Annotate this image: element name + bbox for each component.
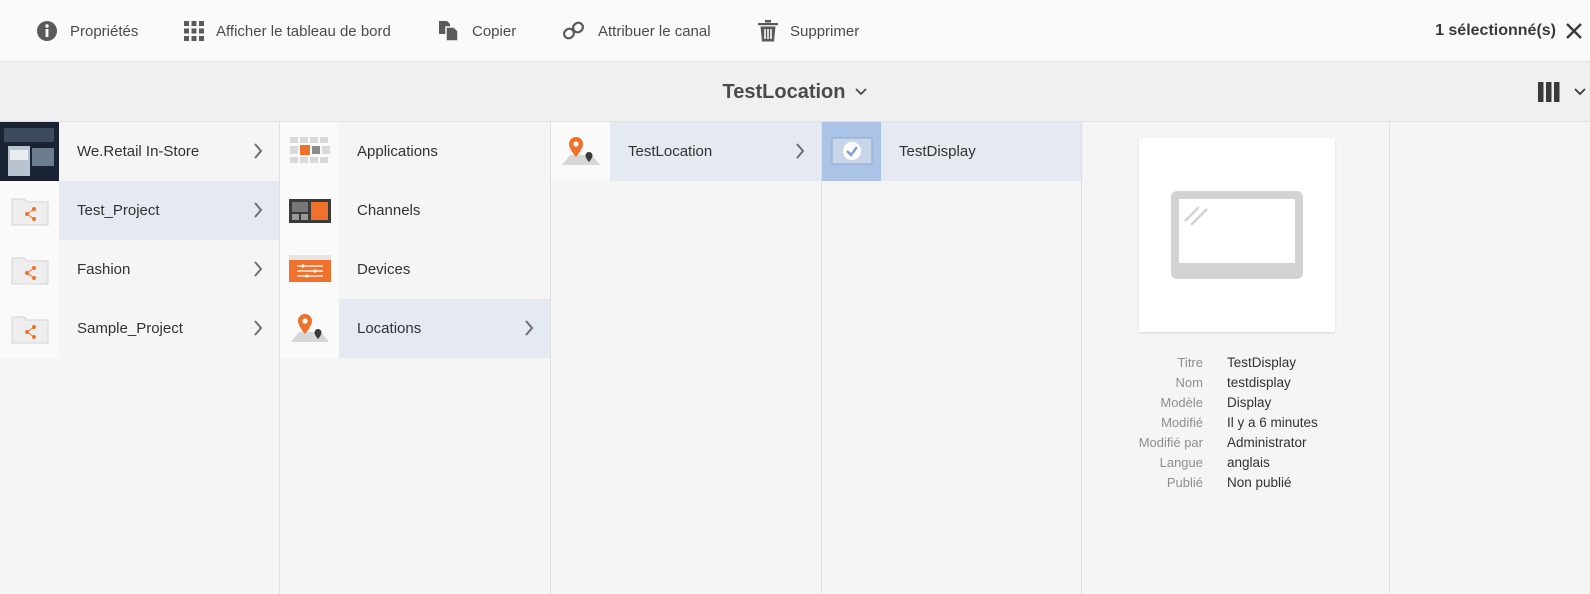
location-pin-icon	[280, 299, 339, 358]
location-pin-icon	[551, 122, 610, 181]
trash-icon	[758, 20, 778, 42]
project-thumbnail	[0, 122, 59, 181]
metadata-row: Langue anglais	[1082, 452, 1390, 472]
metadata-row: Modifié par Administrator	[1082, 432, 1390, 452]
empty-column	[1390, 122, 1590, 594]
metadata-value: Administrator	[1227, 434, 1307, 450]
list-item-label: Locations	[339, 299, 550, 358]
item-checkbox[interactable]	[822, 122, 881, 181]
metadata-value: TestDisplay	[1227, 354, 1297, 370]
list-item-label: We.Retail In-Store	[77, 143, 200, 160]
metadata-key: Modifié par	[1138, 434, 1203, 450]
metadata-value: anglais	[1227, 454, 1270, 470]
list-item-label: Channels	[357, 202, 421, 219]
action-bar: Propriétés Afficher le tableau de bord C…	[0, 0, 1590, 62]
metadata-row: Nom testdisplay	[1082, 372, 1390, 392]
list-item-label: TestDisplay	[881, 122, 1081, 181]
sections-column: Applications Channels Devices Locations	[280, 122, 551, 594]
title-bar: TestLocation	[0, 62, 1590, 122]
chevron-right-icon	[525, 320, 534, 336]
assign-channel-label: Attribuer le canal	[598, 22, 711, 40]
page-title: TestLocation	[722, 80, 846, 103]
folder-share-icon	[0, 181, 59, 240]
info-icon	[36, 20, 58, 42]
chevron-right-icon	[254, 320, 263, 336]
metadata-row: Publié Non publié	[1082, 472, 1390, 492]
list-item-label: Devices	[357, 261, 411, 278]
close-icon	[1562, 23, 1586, 47]
list-item[interactable]: Sample_Project	[0, 299, 279, 358]
close-selection-button[interactable]	[1562, 19, 1586, 43]
metadata-list: Titre TestDisplay Nom testdisplay Modèle…	[1082, 352, 1390, 492]
metadata-key: Publié	[1166, 474, 1203, 490]
grid-icon	[184, 21, 204, 41]
metadata-key: Langue	[1159, 454, 1203, 470]
list-item[interactable]: Devices	[280, 240, 550, 299]
list-item-label: Test_Project	[59, 181, 279, 240]
metadata-row: Titre TestDisplay	[1082, 352, 1390, 372]
list-item[interactable]: Applications	[280, 122, 550, 181]
list-item[interactable]: Fashion	[0, 240, 279, 299]
metadata-value: Display	[1227, 394, 1272, 410]
locations-column: TestLocation	[551, 122, 822, 594]
copy-icon	[438, 20, 460, 42]
page-title-dropdown[interactable]: TestLocation	[0, 62, 1590, 122]
properties-button[interactable]: Propriétés	[36, 0, 138, 62]
copy-button[interactable]: Copier	[438, 0, 516, 62]
column-view-icon	[1538, 82, 1560, 102]
metadata-value: Il y a 6 minutes	[1227, 414, 1318, 430]
devices-icon	[280, 240, 339, 299]
metadata-value: Non publié	[1227, 474, 1292, 490]
link-icon	[562, 20, 586, 42]
properties-label: Propriétés	[70, 22, 139, 40]
chevron-right-icon	[254, 202, 263, 218]
chevron-right-icon	[796, 143, 805, 159]
display-icon	[1171, 191, 1303, 279]
folder-share-icon	[0, 299, 59, 358]
copy-label: Copier	[472, 22, 517, 40]
list-item-label: Applications	[357, 143, 438, 160]
view-switcher[interactable]	[1538, 78, 1586, 106]
displays-column: TestDisplay	[822, 122, 1082, 594]
metadata-value: testdisplay	[1227, 374, 1291, 390]
list-item[interactable]: TestDisplay	[822, 122, 1081, 181]
list-item[interactable]: Test_Project	[0, 181, 279, 240]
projects-column: We.Retail In-Store Test_Project Fashion …	[0, 122, 280, 594]
chevron-right-icon	[254, 143, 263, 159]
list-item-label: Fashion	[77, 261, 131, 278]
delete-label: Supprimer	[790, 22, 860, 40]
selection-count: 1 sélectionné(s)	[1435, 22, 1556, 39]
list-item-label: Sample_Project	[77, 320, 183, 337]
channels-icon	[280, 181, 339, 240]
folder-share-icon	[0, 240, 59, 299]
preview-card	[1139, 138, 1335, 332]
applications-icon	[280, 122, 339, 181]
metadata-row: Modifié Il y a 6 minutes	[1082, 412, 1390, 432]
preview-column: Titre TestDisplay Nom testdisplay Modèle…	[1082, 122, 1390, 594]
list-item[interactable]: Channels	[280, 181, 550, 240]
metadata-key: Titre	[1177, 354, 1203, 370]
view-dashboard-label: Afficher le tableau de bord	[216, 22, 391, 40]
check-icon	[831, 137, 872, 164]
view-dashboard-button[interactable]: Afficher le tableau de bord	[184, 0, 391, 62]
list-item-label: TestLocation	[610, 122, 821, 181]
metadata-key: Modifié	[1161, 414, 1203, 430]
metadata-key: Modèle	[1160, 394, 1203, 410]
metadata-row: Modèle Display	[1082, 392, 1390, 412]
list-item[interactable]: We.Retail In-Store	[0, 122, 279, 181]
metadata-key: Nom	[1175, 374, 1203, 390]
assign-channel-button[interactable]: Attribuer le canal	[562, 0, 711, 62]
chevron-down-icon	[855, 88, 868, 96]
list-item[interactable]: Locations	[280, 299, 550, 358]
list-item[interactable]: TestLocation	[551, 122, 821, 181]
delete-button[interactable]: Supprimer	[758, 0, 859, 62]
chevron-down-icon	[1574, 88, 1586, 96]
chevron-right-icon	[254, 261, 263, 277]
